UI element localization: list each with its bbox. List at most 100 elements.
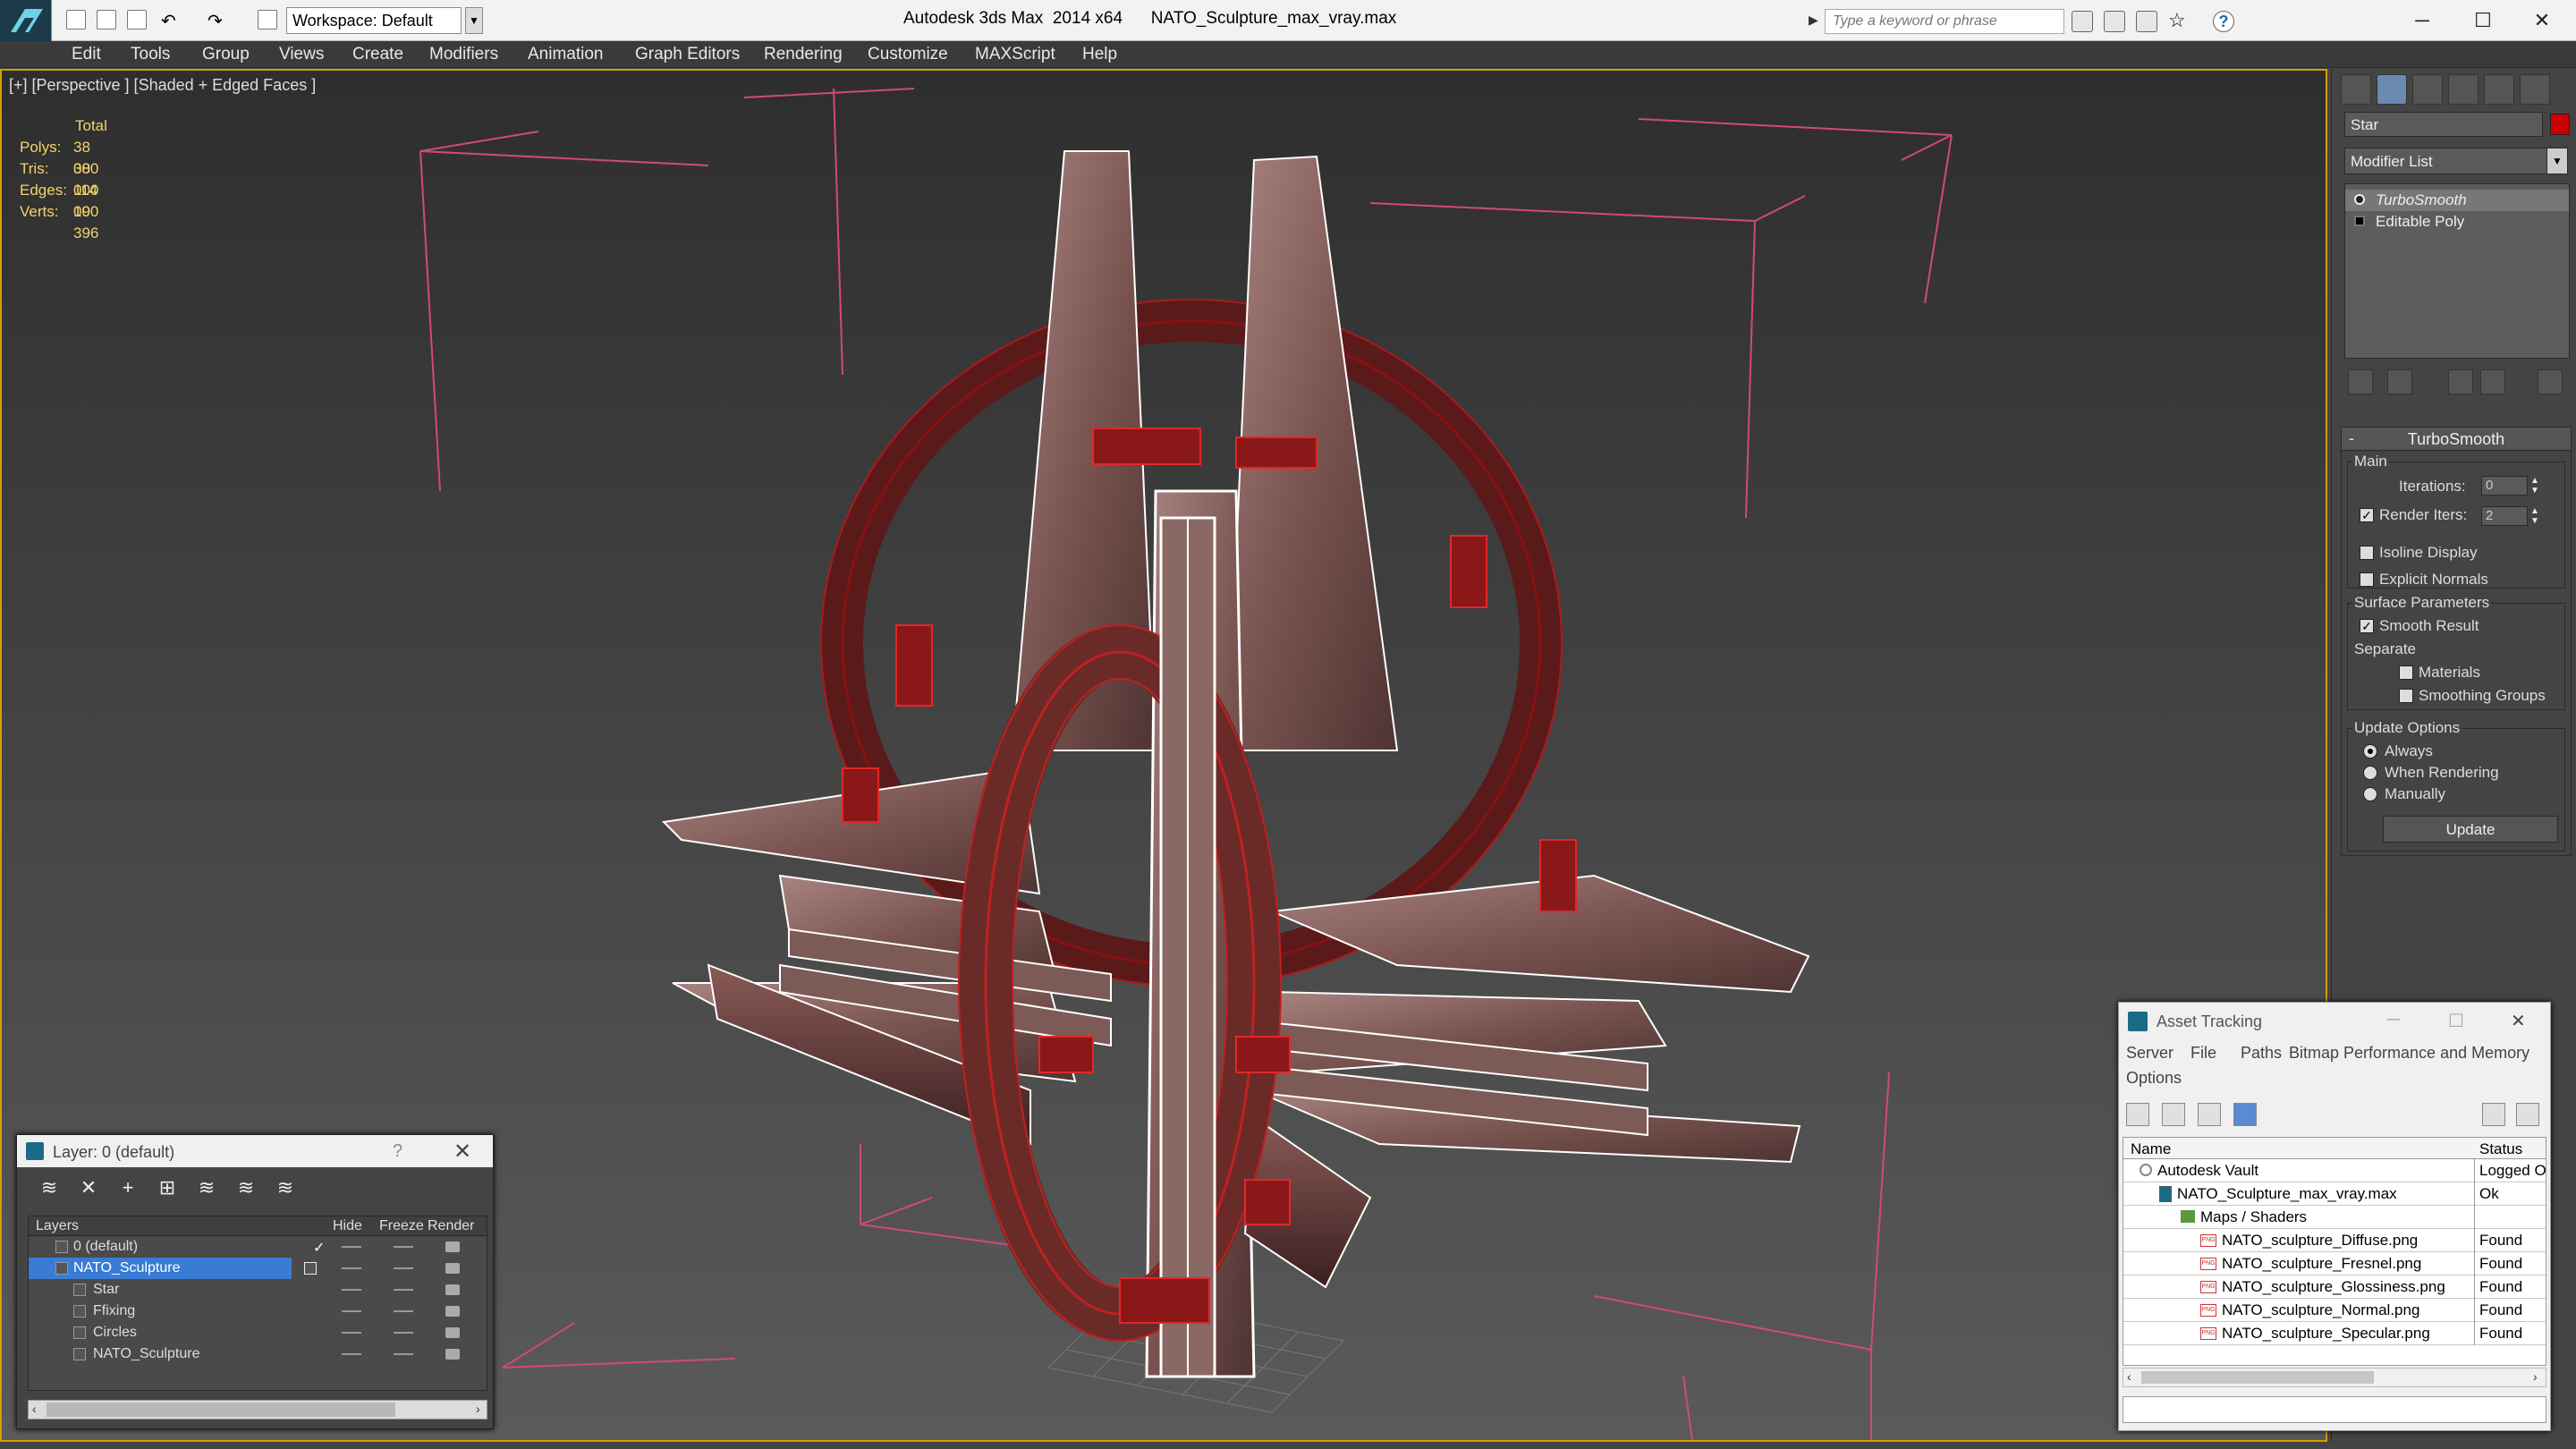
app-logo-icon[interactable] [0,0,52,41]
binoculars-icon[interactable] [2072,11,2093,32]
active-layer-check-icon[interactable]: ✓ [313,1239,325,1257]
close-icon[interactable]: ✕ [2511,1010,2526,1032]
redo-icon[interactable]: ↷ [208,10,227,31]
render-teapot-icon[interactable] [445,1327,460,1338]
render-teapot-icon[interactable] [445,1349,460,1360]
show-end-result-icon[interactable] [2387,369,2412,394]
render-teapot-icon[interactable] [445,1306,460,1317]
table-view-icon[interactable] [2233,1103,2257,1126]
minimize-button[interactable]: ─ [2387,1010,2400,1030]
layer-row[interactable]: Circles [29,1322,487,1343]
asset-row[interactable]: Maps / Shaders [2123,1206,2546,1229]
freeze-toggle[interactable] [394,1289,413,1291]
asset-row[interactable]: NATO_Sculpture_max_vray.max Ok [2123,1182,2546,1206]
smooth-result-checkbox[interactable]: ✓ [2360,619,2374,633]
stack-item-turbosmooth[interactable]: TurboSmooth [2345,190,2569,211]
hierarchy-tab-icon[interactable] [2412,74,2443,105]
horizontal-scrollbar[interactable]: ‹ › [28,1400,487,1419]
menu-edit[interactable]: Edit [72,45,101,64]
undo-icon[interactable]: ↶ [161,10,181,31]
tree-view-icon[interactable] [2198,1103,2221,1126]
add-to-layer-icon[interactable]: + [115,1176,140,1201]
scrollbar-thumb[interactable] [47,1402,395,1417]
list-view-icon[interactable] [2162,1103,2185,1126]
scroll-right-icon[interactable]: › [476,1402,480,1416]
freeze-toggle[interactable] [394,1332,413,1334]
open-file-icon[interactable] [97,10,116,30]
column-header-name[interactable]: Name [2131,1140,2171,1158]
column-header-status[interactable]: Status [2479,1140,2522,1158]
configure-modifier-sets-icon[interactable] [2538,369,2563,394]
column-header[interactable]: Render [428,1218,474,1234]
freeze-toggle[interactable] [394,1267,413,1269]
select-objects-icon[interactable]: ⊞ [155,1176,180,1201]
asset-row[interactable]: PNG NATO_sculpture_Fresnel.png Found [2123,1252,2546,1275]
menu-maxscript[interactable]: MAXScript [975,45,1055,64]
hide-toggle[interactable] [342,1353,361,1355]
asset-path-field[interactable] [2123,1396,2546,1423]
object-name-field[interactable]: Star [2344,112,2543,137]
expand-icon[interactable] [2354,216,2365,226]
utilities-tab-icon[interactable] [2520,74,2550,105]
scrollbar-thumb[interactable] [2141,1371,2374,1384]
motion-tab-icon[interactable] [2448,74,2479,105]
close-window-button[interactable]: ✕ [2524,5,2560,36]
workspace-dropdown[interactable]: Workspace: Default [286,7,462,34]
menu-graph-editors[interactable]: Graph Editors [635,45,740,64]
active-layer-box-icon[interactable] [304,1262,317,1275]
menu-server[interactable]: Server [2126,1044,2174,1063]
search-input[interactable]: Type a keyword or phrase [1825,9,2064,34]
subscription-icon[interactable] [2104,11,2125,32]
close-icon[interactable]: ✕ [453,1139,471,1165]
menu-rendering[interactable]: Rendering [764,45,843,64]
save-file-icon[interactable] [127,10,147,30]
scroll-right-icon[interactable]: › [2533,1369,2538,1384]
manually-radio[interactable] [2363,787,2377,801]
menu-customize[interactable]: Customize [868,45,948,64]
when-rendering-radio[interactable] [2363,766,2377,780]
maximize-button[interactable]: ☐ [2465,5,2501,36]
spinner-arrows-icon[interactable]: ▲ ▼ [2529,506,2540,526]
hide-all-layers-icon[interactable]: ≋ [233,1176,258,1201]
asset-row[interactable]: PNG NATO_sculpture_Glossiness.png Found [2123,1275,2546,1299]
hide-toggle[interactable] [342,1310,361,1312]
remove-modifier-icon[interactable] [2480,369,2505,394]
search-expand-icon[interactable]: ▶ [1809,13,1818,28]
maximize-button[interactable]: ☐ [2448,1010,2464,1032]
hide-toggle[interactable] [342,1289,361,1291]
delete-layer-icon[interactable]: ✕ [76,1176,101,1201]
hide-toggle[interactable] [342,1332,361,1334]
layer-row[interactable]: 0 (default) ✓ [29,1236,487,1258]
modifier-list-dropdown[interactable]: Modifier List [2344,148,2559,174]
render-teapot-icon[interactable] [445,1241,460,1252]
help-icon[interactable]: ? [393,1141,402,1162]
menu-help[interactable]: Help [1082,45,1117,64]
asset-row[interactable]: Autodesk Vault Logged O [2123,1159,2546,1182]
layer-row[interactable]: Ffixing [29,1301,487,1322]
new-file-icon[interactable] [66,10,86,30]
layer-row[interactable]: NATO_Sculpture [29,1343,487,1365]
asset-window-titlebar[interactable]: Asset Tracking ─ ☐ ✕ [2119,1003,2550,1038]
help-icon[interactable]: ? [2213,11,2234,32]
layer-window-titlebar[interactable]: Layer: 0 (default) ? ✕ [17,1135,493,1167]
project-folder-icon[interactable] [258,10,277,30]
menu-tools[interactable]: Tools [131,45,170,64]
column-header[interactable]: Layers [36,1218,79,1234]
column-header[interactable]: Freeze [379,1218,424,1234]
iterations-spinner[interactable]: 0 [2481,476,2528,496]
minimize-button[interactable]: ─ [2404,5,2440,36]
materials-checkbox[interactable] [2399,665,2413,680]
modify-tab-icon[interactable] [2377,74,2407,105]
render-teapot-icon[interactable] [445,1263,460,1274]
favorites-star-icon[interactable]: ☆ [2168,11,2190,32]
menu-file[interactable]: File [2190,1044,2216,1063]
explicit-normals-checkbox[interactable] [2360,572,2374,587]
workspace-dropdown-arrow-icon[interactable]: ▼ [465,7,483,34]
create-tab-icon[interactable] [2341,74,2371,105]
isoline-checkbox[interactable] [2360,546,2374,560]
smoothing-groups-checkbox[interactable] [2399,689,2413,703]
scroll-left-icon[interactable]: ‹ [2127,1369,2131,1384]
asset-row[interactable]: PNG NATO_sculpture_Specular.png Found [2123,1322,2546,1345]
menu-paths[interactable]: Paths [2241,1044,2282,1063]
freeze-toggle[interactable] [394,1353,413,1355]
